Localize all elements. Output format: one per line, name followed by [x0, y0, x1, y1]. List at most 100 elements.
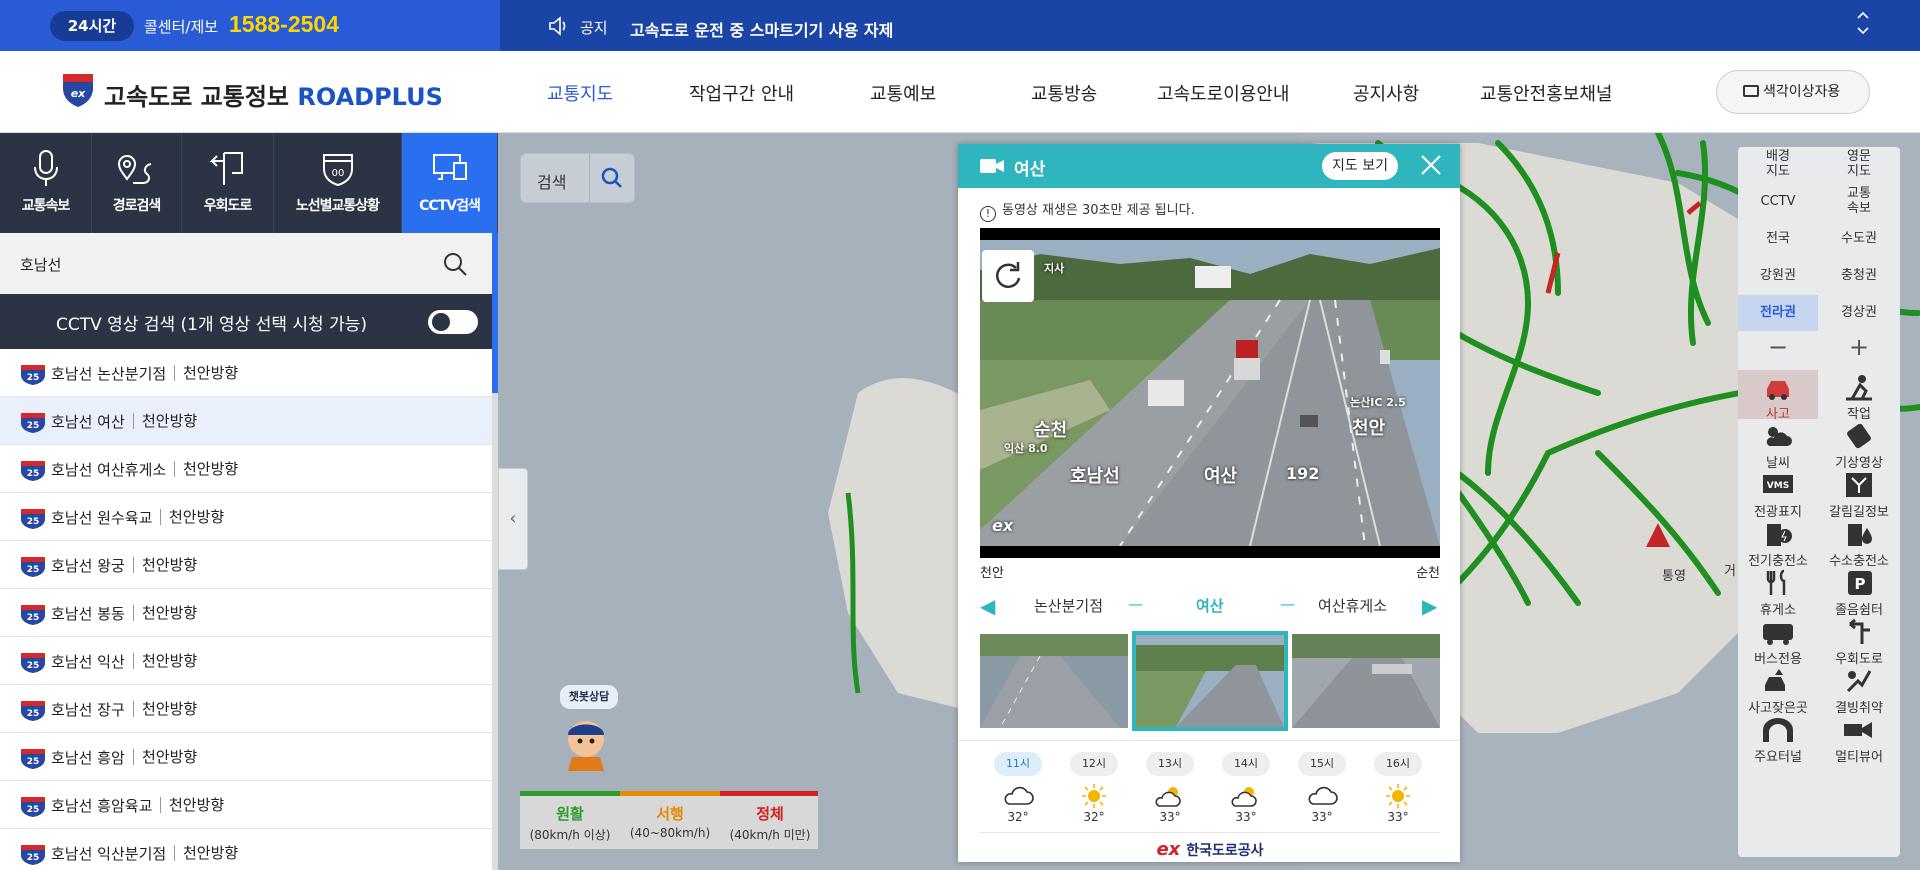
tab-detour[interactable]: 우회도로	[182, 133, 274, 233]
map-overlay-button[interactable]: 우회도로	[1819, 615, 1899, 667]
map-overlay-button[interactable]: 작업	[1819, 370, 1899, 422]
nav-work-zone[interactable]: 작업구간 안내	[689, 80, 794, 106]
legend-slow: 서행	[656, 805, 684, 823]
close-icon[interactable]	[1418, 152, 1444, 178]
accident-prone-icon	[1765, 669, 1785, 691]
nav-safety-channel[interactable]: 교통안전홍보채널	[1480, 80, 1612, 106]
weather-hour-label: 11시	[994, 752, 1042, 776]
cctv-list-item[interactable]: 25 호남선 익산분기점 천안방향	[0, 829, 492, 870]
bus-lane-icon	[1763, 624, 1793, 645]
zoom-out-button[interactable]: −	[1738, 332, 1818, 364]
search-icon[interactable]	[442, 251, 468, 277]
notice-scroll-arrows[interactable]	[1852, 8, 1874, 44]
cctv-list-item[interactable]: 25 호남선 흥암 천안방향	[0, 733, 492, 781]
nav-notices[interactable]: 공지사항	[1353, 80, 1419, 106]
notice-text[interactable]: 고속도로 운전 중 스마트기기 사용 자제	[630, 17, 893, 41]
map-layer-button[interactable]: 전국	[1738, 221, 1818, 257]
cctv-list-item[interactable]: 25 호남선 장구 천안방향	[0, 685, 492, 733]
nav-traffic-broadcast[interactable]: 교통방송	[1031, 80, 1097, 106]
cctv-popup: 여산 지도 보기 ! 동영상 재생은 30초만 제공 됩니다. 지사 순천 익산…	[958, 144, 1460, 862]
map-layer-button[interactable]: 충청권	[1819, 258, 1899, 294]
map-overlay-button[interactable]: P 졸음쉼터	[1819, 566, 1899, 618]
thumbnail-current[interactable]	[1132, 631, 1288, 731]
weather-temp: 33°	[1235, 810, 1257, 824]
map-overlay-button[interactable]: VMS 전광표지	[1738, 468, 1818, 520]
prev-arrow-icon[interactable]: ◀	[980, 594, 995, 618]
call-number[interactable]: 1588-2504	[229, 11, 339, 38]
map-overlay-button[interactable]: 기상영상	[1819, 419, 1899, 471]
cctv-list-item[interactable]: 25 호남선 왕궁 천안방향	[0, 541, 492, 589]
cctv-list-item[interactable]: 25 호남선 봉동 천안방향	[0, 589, 492, 637]
route-search-field[interactable]: 호남선	[0, 233, 492, 294]
map-search-label: 검색	[537, 173, 567, 192]
sidebar-collapse-button[interactable]: ‹	[498, 468, 528, 570]
map-layer-button[interactable]: CCTV	[1738, 184, 1818, 220]
thumbnail-prev[interactable]	[980, 634, 1128, 728]
map-overlay-button[interactable]: 휴게소	[1738, 566, 1818, 618]
zoom-in-button[interactable]: +	[1819, 332, 1899, 364]
next-arrow-icon[interactable]: ▶	[1422, 594, 1437, 618]
prev-cctv[interactable]: 논산분기점	[1034, 595, 1103, 616]
weather-hour-label: 12시	[1070, 752, 1118, 776]
map-overlay-button[interactable]: 사고	[1738, 370, 1818, 422]
work-icon	[1846, 375, 1872, 401]
svg-text:25: 25	[27, 421, 40, 431]
ex-shield-logo-icon[interactable]: ex	[60, 70, 96, 108]
cctv-video-player[interactable]: 지사 순천 익산 8.0 천안 논산IC 2.5 호남선 여산 192 ex	[980, 228, 1440, 558]
chevron-down-icon[interactable]	[1856, 26, 1870, 36]
map-overlay-button[interactable]: 전기충전소	[1738, 517, 1818, 569]
view-on-map-button[interactable]: 지도 보기	[1322, 152, 1398, 180]
cctv-thumbnails	[980, 631, 1440, 731]
cctv-item-name: 호남선 흥암육교	[51, 797, 153, 815]
site-logo-text[interactable]: 고속도로 교통정보 ROADPLUS	[104, 77, 443, 112]
map-layer-button[interactable]: 영문 지도	[1819, 147, 1899, 183]
nav-traffic-map[interactable]: 교통지도	[547, 80, 613, 106]
weather-temp: 33°	[1387, 810, 1409, 824]
weather-hour-label: 15시	[1298, 752, 1346, 776]
cctv-list-item[interactable]: 25 호남선 여산 천안방향	[0, 397, 492, 445]
tab-route-search[interactable]: 경로검색	[92, 133, 182, 233]
map-overlay-button[interactable]: 날씨	[1738, 419, 1818, 471]
thumbnail-next[interactable]	[1292, 634, 1440, 728]
svg-text:25: 25	[27, 805, 40, 815]
svg-text:P: P	[1855, 575, 1866, 593]
cctv-list-item[interactable]: 25 호남선 여산휴게소 천안방향	[0, 445, 492, 493]
color-blind-mode-button[interactable]: 색각이상자용	[1716, 70, 1870, 114]
map-overlay-button[interactable]: 결빙취약	[1819, 664, 1899, 716]
top-notice-bar: 24시간 콜센터/제보 1588-2504 공지 고속도로 운전 중 스마트기기…	[0, 0, 1920, 51]
map-overlay-button[interactable]: 주요터널	[1738, 713, 1818, 765]
map-overlay-button[interactable]: 버스전용	[1738, 615, 1818, 667]
map-overlay-button[interactable]: 수소충전소	[1819, 517, 1899, 569]
reload-button[interactable]	[982, 250, 1034, 302]
multi-view-toggle[interactable]	[428, 310, 478, 334]
weather-hour: 16시 33°	[1368, 752, 1428, 824]
cctv-item-name: 호남선 흥암	[51, 749, 125, 767]
map-overlay-button[interactable]: 사고잦은곳	[1738, 664, 1818, 716]
tab-traffic-news[interactable]: 교통속보	[0, 133, 92, 233]
tab-route-status[interactable]: 00 노선별교통상황	[274, 133, 402, 233]
cctv-list-item[interactable]: 25 호남선 익산 천안방향	[0, 637, 492, 685]
map-layer-button[interactable]: 경상권	[1819, 295, 1899, 331]
route-shield-icon: 25	[21, 605, 45, 625]
map-layer-button[interactable]: 수도권	[1819, 221, 1899, 257]
chevron-up-icon[interactable]	[1856, 10, 1870, 20]
map-search-button[interactable]: 검색	[520, 153, 635, 203]
map-overlay-button[interactable]: 갈림길정보	[1819, 468, 1899, 520]
map-layer-button[interactable]: 배경 지도	[1738, 147, 1818, 183]
rest-area-icon	[1766, 569, 1786, 595]
next-cctv[interactable]: 여산휴게소	[1318, 595, 1387, 616]
video-overlay-location: 여산	[1204, 466, 1238, 487]
tab-cctv-search[interactable]: CCTV검색	[402, 133, 498, 233]
nav-highway-guide[interactable]: 고속도로이용안내	[1157, 80, 1289, 106]
map-layer-button[interactable]: 교통 속보	[1819, 184, 1899, 220]
current-cctv: 여산	[1196, 597, 1224, 615]
cctv-list-item[interactable]: 25 호남선 흥암육교 천안방향	[0, 781, 492, 829]
cctv-list-item[interactable]: 25 호남선 논산분기점 천안방향	[0, 349, 492, 397]
map-overlay-button[interactable]: 멀티뷰어	[1819, 713, 1899, 765]
search-input[interactable]: 호남선	[20, 254, 61, 275]
nav-traffic-forecast[interactable]: 교통예보	[870, 80, 936, 106]
map-layer-button[interactable]: 강원권	[1738, 258, 1818, 294]
chatbot-button[interactable]: 챗봇상담	[548, 685, 622, 795]
map-layer-button[interactable]: 전라권	[1738, 295, 1818, 331]
cctv-list-item[interactable]: 25 호남선 원수육교 천안방향	[0, 493, 492, 541]
